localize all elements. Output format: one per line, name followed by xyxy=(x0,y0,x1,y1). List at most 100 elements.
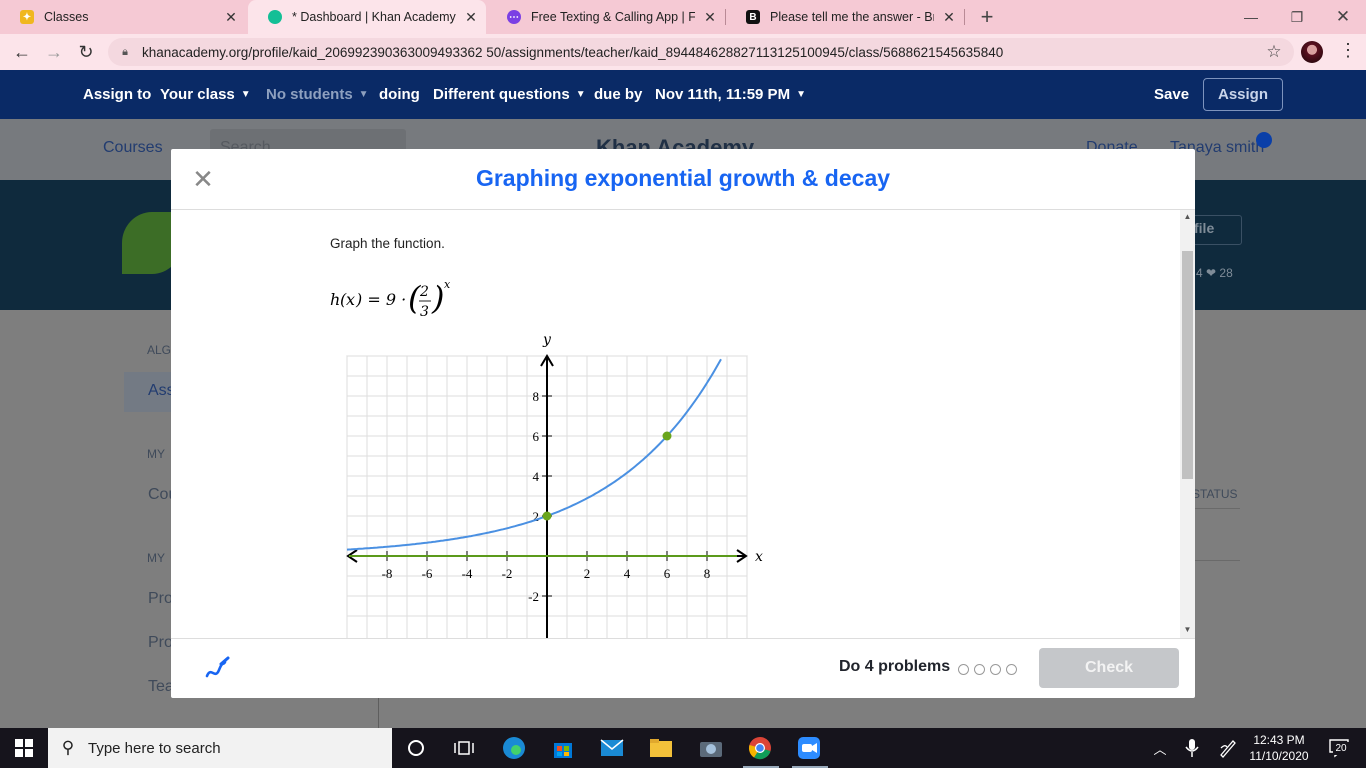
scroll-down-icon[interactable]: ▼ xyxy=(1180,623,1195,637)
tab-title: Please tell me the answer - Brainl xyxy=(770,10,934,24)
sidebar-heading: MY xyxy=(147,551,165,565)
check-button[interactable]: Check xyxy=(1039,648,1179,688)
assign-button[interactable]: Assign xyxy=(1203,78,1283,111)
browser-menu-icon[interactable]: ⋮ xyxy=(1338,40,1358,64)
close-tab-icon[interactable]: ✕ xyxy=(456,9,486,26)
tab-title: * Dashboard | Khan Academy xyxy=(292,10,456,24)
save-button[interactable]: Save xyxy=(1154,70,1189,119)
tab-classes[interactable]: ✦ Classes ✕ xyxy=(0,0,246,34)
scroll-up-icon[interactable]: ▲ xyxy=(1180,210,1195,224)
pen-icon[interactable] xyxy=(1214,734,1242,762)
y-axis-label: y xyxy=(542,332,552,348)
svg-text:2: 2 xyxy=(419,284,429,300)
students-dropdown-label: No students xyxy=(266,86,353,103)
svg-text:): ) xyxy=(431,279,444,317)
zoom-icon[interactable] xyxy=(795,734,823,762)
tab-brainly[interactable]: B Please tell me the answer - Brainl ✕ xyxy=(726,0,964,34)
doing-label: doing xyxy=(379,86,420,103)
courses-menu: Courses xyxy=(103,139,163,156)
x-tick-label: -2 xyxy=(502,566,513,581)
close-icon[interactable]: ✕ xyxy=(189,165,217,193)
edit-profile-button: file xyxy=(1194,220,1215,236)
svg-text:3: 3 xyxy=(420,304,429,320)
x-tick-label: 2 xyxy=(584,566,591,581)
class-dropdown[interactable]: Your class ▼ xyxy=(160,70,251,119)
edge-icon[interactable] xyxy=(500,734,528,762)
restore-icon[interactable]: ❐ xyxy=(1274,0,1320,34)
y-tick-label: 4 xyxy=(533,469,540,484)
chevron-up-icon[interactable]: ︿ xyxy=(1146,734,1174,762)
mail-icon[interactable] xyxy=(598,734,626,762)
scrollbar-thumb[interactable] xyxy=(1182,251,1193,479)
tab-strip: ✦ Classes ✕ * Dashboard | Khan Academy ✕… xyxy=(0,0,1366,34)
notification-count: 20 xyxy=(1333,742,1349,755)
file-explorer-icon[interactable] xyxy=(647,734,675,762)
problem-count: Do 4 problems xyxy=(839,658,951,675)
reload-icon[interactable]: ↻ xyxy=(72,38,100,66)
modal-header: Graphing exponential growth & decay ✕ xyxy=(171,149,1195,210)
back-icon[interactable]: ← xyxy=(8,38,36,66)
control-point[interactable] xyxy=(542,511,552,521)
questions-dropdown[interactable]: Different questions ▼ xyxy=(433,70,586,119)
brainly-favicon-icon: B xyxy=(746,10,760,24)
close-tab-icon[interactable]: ✕ xyxy=(695,9,725,26)
control-point[interactable] xyxy=(662,431,672,441)
chevron-down-icon: ▼ xyxy=(575,89,586,100)
textfree-favicon-icon: ⋯ xyxy=(507,10,521,24)
students-dropdown[interactable]: No students ▼ xyxy=(266,70,369,119)
new-tab-icon[interactable]: + xyxy=(964,0,1010,34)
questions-dropdown-label: Different questions xyxy=(433,86,570,103)
progress-dot xyxy=(1006,664,1017,675)
sidebar-item-progress: Pro xyxy=(148,634,173,651)
modal-title: Graphing exponential growth & decay xyxy=(475,165,891,191)
coordinate-graph[interactable]: x y -8 -6 -4 -2 2 4 6 8 -2 2 4 6 8 xyxy=(325,330,765,638)
scratchpad-icon[interactable] xyxy=(201,654,231,684)
progress-dot xyxy=(958,664,969,675)
y-tick-label: 8 xyxy=(533,389,540,404)
browser-toolbar: ← → ↻ 🔒︎ khanacademy.org/profile/kaid_20… xyxy=(0,34,1366,70)
close-window-icon[interactable]: ✕ xyxy=(1320,0,1366,34)
svg-text:) = 9 ·: ) = 9 · xyxy=(355,290,406,309)
url-text: khanacademy.org/profile/kaid_20699239036… xyxy=(142,44,1004,60)
address-bar[interactable]: 🔒︎ khanacademy.org/profile/kaid_20699239… xyxy=(108,38,1294,66)
x-tick-label: -8 xyxy=(382,566,393,581)
x-tick-label: 6 xyxy=(664,566,671,581)
chevron-down-icon: ▼ xyxy=(240,89,251,100)
windows-start-icon[interactable] xyxy=(0,728,48,768)
cortana-icon[interactable] xyxy=(402,734,430,762)
close-tab-icon[interactable]: ✕ xyxy=(934,9,964,26)
due-date-dropdown[interactable]: Nov 11th, 11:59 PM ▼ xyxy=(655,70,806,119)
taskbar-search[interactable]: ⚲ Type here to search xyxy=(48,728,392,768)
camera-icon[interactable] xyxy=(697,734,725,762)
bookmark-star-icon[interactable]: ☆ xyxy=(1254,42,1294,62)
y-tick-label: 2 xyxy=(533,509,540,524)
forward-icon[interactable]: → xyxy=(40,38,68,66)
search-icon: ⚲ xyxy=(61,738,75,757)
close-tab-icon[interactable]: ✕ xyxy=(216,9,246,26)
x-tick-label: 8 xyxy=(704,566,711,581)
function-formula: h ( x ) = 9 · ( 2 3 ) x xyxy=(330,278,451,320)
khan-academy-favicon-icon xyxy=(268,10,282,24)
class-dropdown-label: Your class xyxy=(160,86,235,103)
y-tick-label: 6 xyxy=(533,429,540,444)
svg-text:x: x xyxy=(444,278,451,291)
svg-text:x: x xyxy=(346,290,355,309)
status-column-header: STATUS xyxy=(1192,487,1238,501)
microphone-icon[interactable] xyxy=(1178,734,1206,762)
clock-date: 11/10/2020 xyxy=(1249,749,1309,763)
notification-badge xyxy=(1256,132,1272,148)
clock[interactable]: 12:43 PM 11/10/2020 xyxy=(1244,732,1314,764)
task-view-icon[interactable] xyxy=(450,734,478,762)
lock-icon: 🔒︎ xyxy=(122,45,128,58)
chrome-icon[interactable] xyxy=(746,734,774,762)
classes-favicon-icon: ✦ xyxy=(20,10,34,24)
profile-avatar[interactable] xyxy=(1301,41,1323,63)
tab-free-texting[interactable]: ⋯ Free Texting & Calling App | Free ✕ xyxy=(487,0,725,34)
x-tick-label: -6 xyxy=(422,566,433,581)
minimize-icon[interactable]: — xyxy=(1228,0,1274,34)
exercise-modal: Graphing exponential growth & decay ✕ Gr… xyxy=(171,149,1195,698)
store-icon[interactable] xyxy=(549,734,577,762)
due-date-label: Nov 11th, 11:59 PM xyxy=(655,86,791,103)
tab-dashboard[interactable]: * Dashboard | Khan Academy ✕ xyxy=(248,0,486,34)
y-tick-label: -2 xyxy=(528,589,539,604)
